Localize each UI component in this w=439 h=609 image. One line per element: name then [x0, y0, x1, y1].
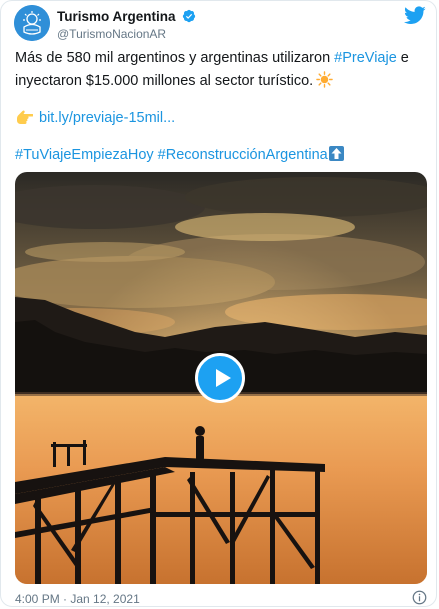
sun-emoji — [316, 71, 333, 88]
avatar[interactable] — [14, 5, 50, 41]
play-button[interactable] — [195, 353, 245, 403]
info-icon[interactable] — [412, 590, 427, 605]
shortened-link[interactable]: bit.ly/previaje-15mil... — [39, 110, 175, 126]
hashtag-tuviajeempiezahoy[interactable]: #TuViajeEmpiezaHoy — [15, 147, 154, 163]
up-arrow-emoji — [328, 146, 344, 161]
tweet-footer: 4:00 PM · Jan 12, 2021 — [15, 590, 427, 606]
handle[interactable]: @TurismoNacionAR — [57, 27, 196, 42]
timestamp[interactable]: 4:00 PM · Jan 12, 2021 — [15, 592, 140, 606]
pointing-hand-emoji — [17, 110, 33, 124]
tweet-card[interactable]: Turismo Argentina @TurismoNacionAR Más d… — [0, 0, 437, 607]
tweet-header: Turismo Argentina @TurismoNacionAR — [14, 5, 428, 43]
twitter-bird-icon[interactable] — [404, 6, 426, 25]
video-thumbnail[interactable] — [15, 172, 427, 584]
hashtag-reconstruccionargentina[interactable]: #ReconstrucciónArgentina — [158, 147, 328, 163]
display-name[interactable]: Turismo Argentina — [57, 9, 176, 25]
hashtag-previaje[interactable]: #PreViaje — [334, 50, 397, 66]
tweet-text: Más de 580 mil argentinos y argentinas u… — [15, 47, 425, 167]
verified-badge-icon — [182, 9, 196, 23]
argentina-seal-logo — [14, 5, 50, 41]
tweet-text-part: Más de 580 mil argentinos y argentinas u… — [15, 50, 335, 66]
play-icon — [216, 369, 231, 387]
